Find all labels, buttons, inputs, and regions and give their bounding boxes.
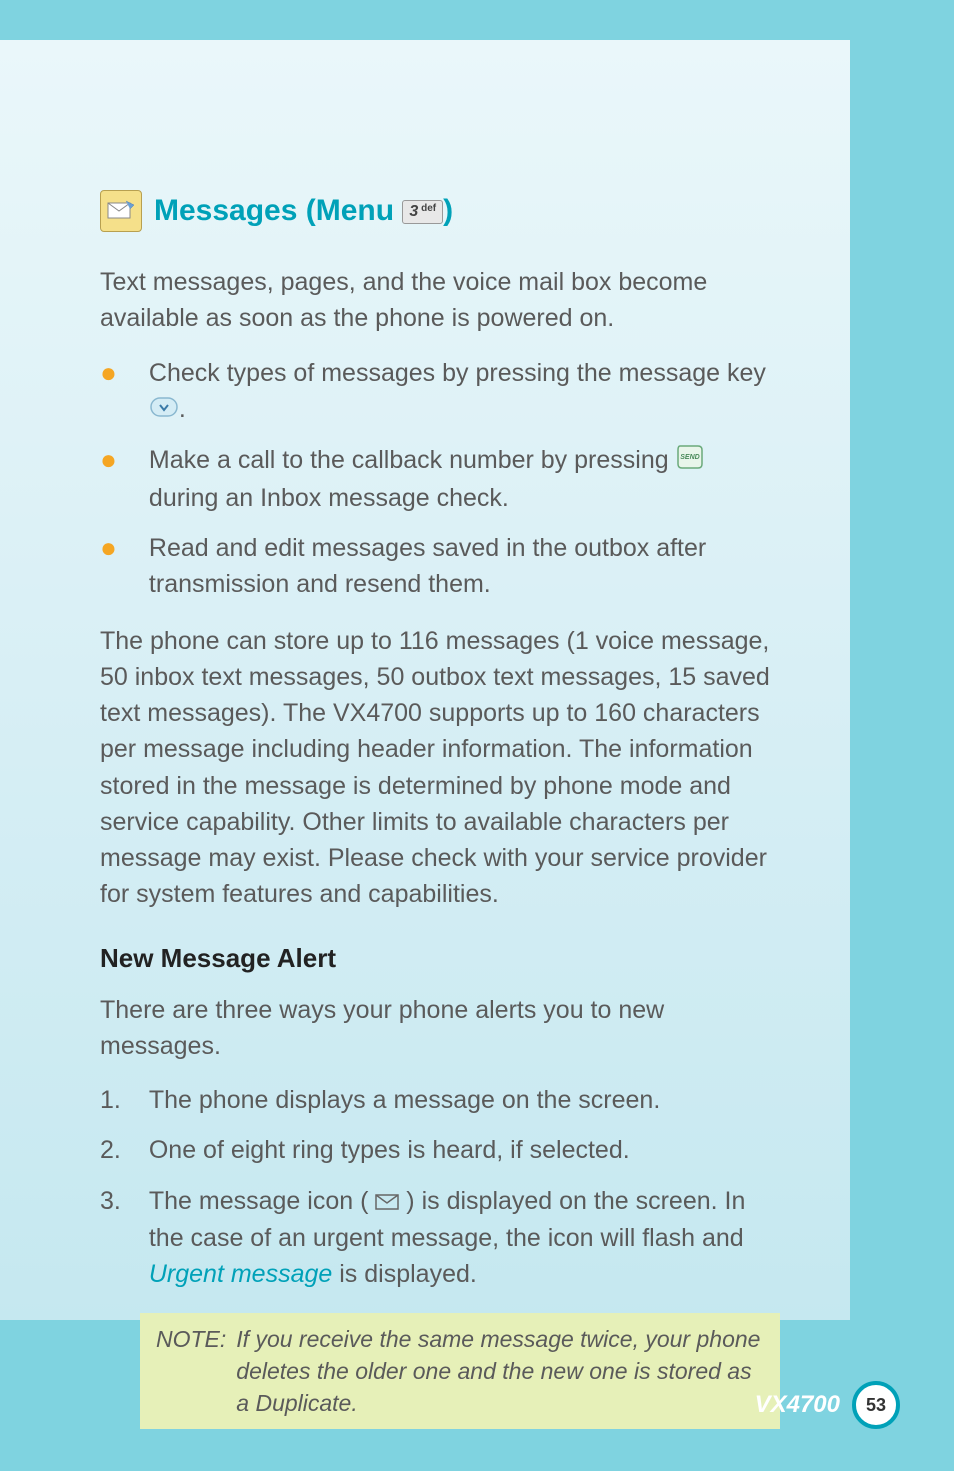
numbered-list: 1. The phone displays a message on the s…	[100, 1082, 780, 1293]
numbered-text: The phone displays a message on the scre…	[149, 1082, 780, 1118]
send-key-icon: SEND	[676, 444, 704, 480]
numbered-item: 2. One of eight ring types is heard, if …	[100, 1132, 780, 1168]
numbered-item: 1. The phone displays a message on the s…	[100, 1082, 780, 1118]
svg-text:SEND: SEND	[680, 454, 699, 461]
page-content: Messages (Menu 3 def) Text messages, pag…	[0, 40, 850, 1320]
bullet-text: Check types of messages by pressing the …	[149, 355, 780, 429]
page-footer: VX4700 53	[755, 1381, 900, 1429]
urgent-message-label: Urgent message	[149, 1260, 332, 1288]
bullet-dot-icon: ●	[100, 355, 117, 429]
num-pre: The message icon (	[149, 1187, 376, 1215]
messages-menu-icon	[100, 190, 142, 232]
storage-paragraph: The phone can store up to 116 messages (…	[100, 623, 780, 913]
numbered-text: The message icon ( ) is displayed on the…	[149, 1183, 780, 1293]
bullet-dot-icon: ●	[100, 530, 117, 603]
subsection-title: New Message Alert	[100, 943, 780, 974]
key-3-digit: 3	[409, 203, 418, 220]
bullet-pre: Make a call to the callback number by pr…	[149, 446, 676, 474]
section-title: Messages (Menu 3 def)	[100, 190, 780, 232]
bullet-text: Read and edit messages saved in the outb…	[149, 530, 780, 603]
bullet-dot-icon: ●	[100, 442, 117, 516]
bullet-text: Make a call to the callback number by pr…	[149, 442, 780, 516]
bullet-post: during an Inbox message check.	[149, 484, 509, 512]
note-label: NOTE:	[156, 1323, 226, 1420]
note-text: If you receive the same message twice, y…	[236, 1323, 764, 1420]
bullet-pre: Check types of messages by pressing the …	[149, 359, 766, 387]
title-suffix: )	[443, 194, 453, 227]
model-name: VX4700	[755, 1391, 840, 1419]
key-3def-icon: 3 def	[402, 200, 443, 224]
num-marker: 1.	[100, 1082, 121, 1118]
numbered-item: 3. The message icon ( ) is displayed on …	[100, 1183, 780, 1293]
note-box: NOTE: If you receive the same message tw…	[140, 1313, 780, 1430]
section-title-text: Messages (Menu 3 def)	[154, 194, 453, 228]
bullet-item: ● Read and edit messages saved in the ou…	[100, 530, 780, 603]
page-number: 53	[852, 1381, 900, 1429]
num-tail: is displayed.	[332, 1260, 477, 1288]
subsection-intro: There are three ways your phone alerts y…	[100, 992, 780, 1065]
bullet-list: ● Check types of messages by pressing th…	[100, 355, 780, 603]
num-marker: 3.	[100, 1183, 121, 1293]
num-marker: 2.	[100, 1132, 121, 1168]
title-prefix: Messages (Menu	[154, 194, 402, 227]
message-key-icon	[149, 392, 179, 428]
numbered-text: One of eight ring types is heard, if sel…	[149, 1132, 780, 1168]
envelope-icon	[375, 1184, 399, 1220]
bullet-item: ● Check types of messages by pressing th…	[100, 355, 780, 429]
bullet-post: .	[179, 395, 186, 423]
bullet-item: ● Make a call to the callback number by …	[100, 442, 780, 516]
intro-paragraph: Text messages, pages, and the voice mail…	[100, 264, 780, 337]
key-def-label: def	[418, 203, 436, 214]
